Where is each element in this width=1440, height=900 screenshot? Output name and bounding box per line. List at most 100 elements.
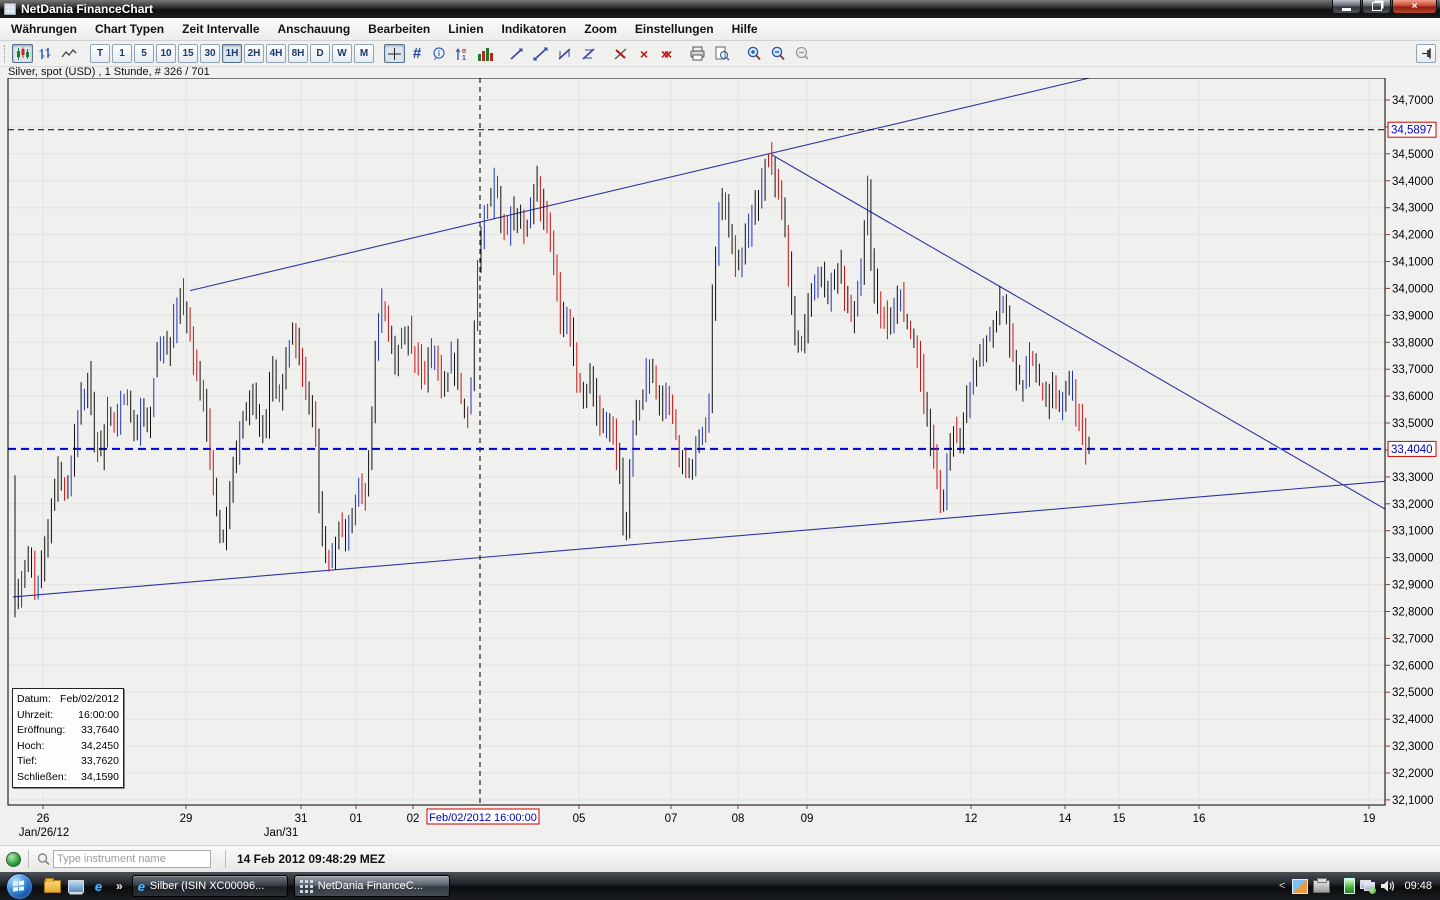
minimize-button[interactable]	[1332, 0, 1361, 14]
svg-text:33,6000: 33,6000	[1392, 391, 1434, 403]
draw-trendline-button[interactable]	[506, 44, 528, 63]
windows-logo-icon	[13, 880, 24, 891]
internet-explorer-icon: e	[138, 879, 145, 894]
restore-button[interactable]	[1362, 0, 1391, 14]
trendline-upper-ascending	[190, 78, 1090, 291]
tool-grid-button[interactable]: #	[407, 44, 427, 63]
svg-text:32,4000: 32,4000	[1392, 714, 1434, 726]
tray-chevron[interactable]: <	[1279, 880, 1285, 892]
tool-bar-counter-button[interactable]: tt 1	[451, 44, 472, 63]
tool-crosshair-button[interactable]	[384, 44, 405, 63]
menu-hilfe[interactable]: Hilfe	[723, 19, 767, 39]
print-preview-icon	[714, 46, 730, 61]
menu-chart-typen[interactable]: Chart Typen	[86, 19, 173, 39]
start-button[interactable]	[6, 873, 33, 900]
interval-8H-button[interactable]: 8H	[288, 44, 308, 63]
svg-text:16: 16	[1193, 813, 1206, 825]
zoom-in-button[interactable]	[743, 44, 765, 63]
menu-linien[interactable]: Linien	[439, 19, 492, 39]
print-button[interactable]	[686, 44, 709, 63]
menu-zeit-intervalle[interactable]: Zeit Intervalle	[173, 19, 268, 39]
info-row: Hoch:34,2450	[17, 739, 119, 755]
chart-type-candlestick-button[interactable]	[12, 44, 33, 63]
tool-info-balloon-button[interactable]: i	[429, 44, 449, 63]
menu-anschauung[interactable]: Anschauung	[269, 19, 360, 39]
instrument-label: Silver, spot (USD) , 1 Stunde, # 326 / 7…	[0, 67, 1440, 78]
chart-type-ohlc-button[interactable]	[35, 44, 56, 63]
interval-30-button[interactable]: 30	[200, 44, 220, 63]
taskbar-task-ie[interactable]: eSilber (ISIN XC00096...	[132, 875, 288, 897]
zoom-out-icon	[770, 46, 786, 61]
svg-text:1: 1	[462, 55, 466, 61]
windows-taskbar: e » eSilber (ISIN XC00096... NetDania Fin…	[0, 872, 1440, 900]
quicklaunch-desktop-icon[interactable]	[67, 878, 84, 895]
interval-10-button[interactable]: 10	[156, 44, 176, 63]
svg-text:34,5000: 34,5000	[1392, 149, 1434, 161]
draw-hline-button[interactable]	[554, 44, 576, 63]
quicklaunch-folder-icon[interactable]	[44, 878, 61, 895]
svg-text:Feb/02/2012 16:00:00: Feb/02/2012 16:00:00	[429, 812, 537, 824]
svg-text:32,1000: 32,1000	[1392, 795, 1434, 807]
search-icon	[36, 852, 51, 867]
draw-extended-trendline-button[interactable]	[530, 44, 552, 63]
quicklaunch-internet-explorer-icon[interactable]: e	[90, 878, 107, 895]
tray-app-icon[interactable]	[1292, 879, 1308, 894]
interval-D-button[interactable]: D	[310, 44, 330, 63]
status-datetime: 14 Feb 2012 09:48:29 MEZ	[237, 852, 385, 866]
connection-status-icon	[6, 852, 21, 867]
chart-region: 34,700034,500034,400034,300034,200034,10…	[0, 78, 1440, 845]
draw-vline-button[interactable]	[578, 44, 600, 63]
instrument-search-input[interactable]	[53, 850, 211, 868]
ohlc-bars-up	[22, 168, 1073, 608]
delete-all-button[interactable]: ××	[656, 44, 676, 63]
tray-printer-icon[interactable]	[1313, 880, 1330, 893]
svg-text:34,1000: 34,1000	[1392, 257, 1434, 269]
ohlc-bar-chart-icon	[38, 47, 53, 61]
info-row: Schließen:34,1590	[17, 770, 119, 786]
menu-whrungen[interactable]: Währungen	[2, 19, 86, 39]
interval-T-button[interactable]: T	[90, 44, 110, 63]
restore-icon	[1372, 2, 1382, 11]
quicklaunch-overflow-chevron[interactable]: »	[116, 879, 123, 893]
tray-volume-icon[interactable]	[1380, 879, 1396, 893]
crosshair-icon	[387, 47, 402, 61]
zoom-out-button[interactable]	[767, 44, 789, 63]
extended-trendline-icon	[533, 47, 549, 61]
menu-indikatoren[interactable]: Indikatoren	[493, 19, 576, 39]
tool-volume-button[interactable]	[474, 44, 496, 63]
chart-type-line-button[interactable]	[58, 44, 80, 63]
delete-line-button[interactable]	[610, 44, 632, 63]
close-button[interactable]: ×	[1392, 0, 1437, 14]
tray-battery-icon[interactable]	[1344, 878, 1355, 894]
svg-text:19: 19	[1363, 813, 1376, 825]
ohlc-bars-neutral	[15, 157, 1089, 617]
trendline-icon	[509, 47, 525, 61]
interval-1-button[interactable]: 1	[112, 44, 132, 63]
zoom-reset-button[interactable]	[791, 44, 813, 63]
menu-bearbeiten[interactable]: Bearbeiten	[359, 19, 439, 39]
zoom-in-icon	[746, 46, 762, 61]
delete-line-icon	[613, 47, 629, 61]
menu-zoom[interactable]: Zoom	[575, 19, 626, 39]
svg-text:26: 26	[37, 813, 50, 825]
menu-einstellungen[interactable]: Einstellungen	[626, 19, 723, 39]
svg-text:01: 01	[350, 813, 363, 825]
svg-text:34,2000: 34,2000	[1392, 230, 1434, 242]
print-preview-button[interactable]	[711, 44, 733, 63]
interval-1H-button[interactable]: 1H	[222, 44, 242, 63]
pin-icon	[1420, 47, 1433, 60]
price-chart[interactable]: 34,700034,500034,400034,300034,200034,10…	[0, 78, 1440, 845]
interval-5-button[interactable]: 5	[134, 44, 154, 63]
minimize-icon	[1342, 8, 1351, 11]
tray-network-icon[interactable]	[1360, 880, 1375, 893]
toolbar-drag-handle[interactable]	[4, 45, 8, 63]
interval-M-button[interactable]: M	[354, 44, 374, 63]
pin-toolbar-button[interactable]	[1416, 44, 1436, 63]
interval-W-button[interactable]: W	[332, 44, 352, 63]
interval-2H-button[interactable]: 2H	[244, 44, 264, 63]
delete-selected-button[interactable]: ×	[634, 44, 654, 63]
netdania-icon	[300, 880, 313, 893]
interval-15-button[interactable]: 15	[178, 44, 198, 63]
taskbar-task-netdania[interactable]: NetDania FinanceC...	[294, 875, 450, 897]
interval-4H-button[interactable]: 4H	[266, 44, 286, 63]
